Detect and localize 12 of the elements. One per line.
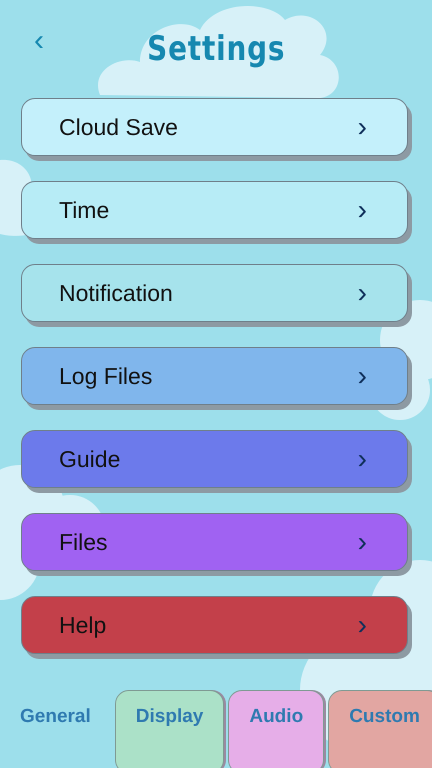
chevron-icon: › — [358, 362, 367, 390]
chevron-icon: › — [358, 196, 367, 224]
tab[interactable]: General — [0, 690, 111, 768]
tab[interactable]: Display — [114, 690, 224, 768]
chevron-icon: › — [358, 445, 367, 473]
page-title: Settings — [146, 28, 286, 70]
chevron-icon: › — [358, 113, 367, 141]
tab[interactable]: Audio — [228, 690, 324, 768]
chevron-icon: › — [358, 528, 367, 556]
chevron-icon: › — [358, 611, 367, 639]
chevron-icon: › — [358, 279, 367, 307]
back-button[interactable]: ‹ — [30, 26, 48, 56]
